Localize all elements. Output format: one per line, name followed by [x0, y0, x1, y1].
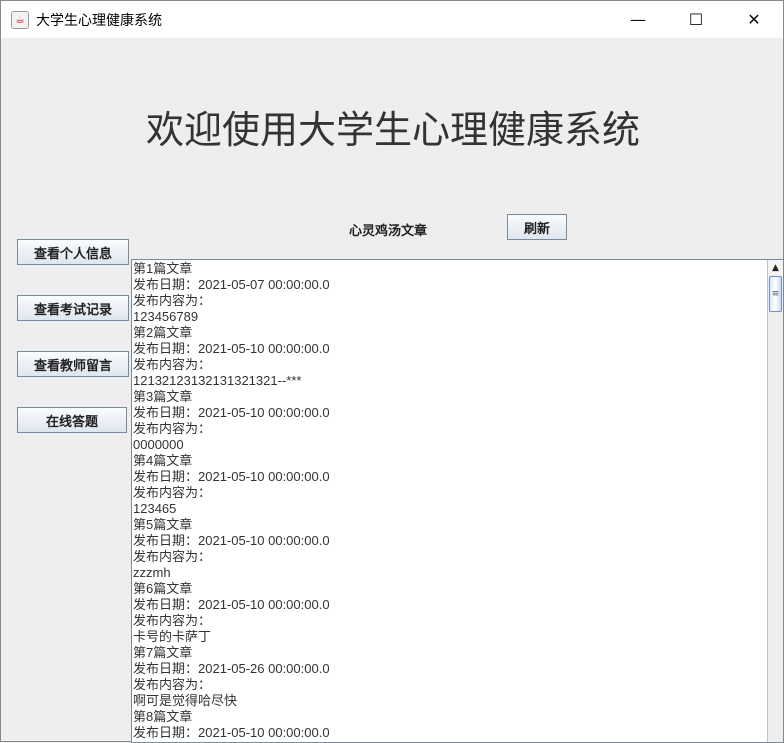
- article-content-label: 发布内容为：: [133, 357, 212, 372]
- page-title: 欢迎使用大学生心理健康系统: [145, 108, 640, 152]
- article-content: 0000000: [133, 437, 184, 452]
- article-content: 123465: [133, 501, 177, 516]
- article-content-label: 发布内容为：: [133, 549, 212, 564]
- article-title: 第3篇文章: [133, 389, 193, 404]
- article-date: 发布日期：2021-05-10 00:00:00.0: [133, 597, 330, 612]
- article-title: 第1篇文章: [133, 261, 193, 276]
- article-date: 发布日期：2021-05-10 00:00:00.0: [133, 341, 330, 356]
- article-content: 12132123132131321321--***: [133, 373, 302, 388]
- article-title: 第4篇文章: [133, 453, 193, 468]
- article-content: 啊可是觉得哈尽快: [133, 693, 238, 708]
- article-date: 发布日期：2021-05-07 00:00:00.0: [133, 277, 330, 292]
- maximize-button[interactable]: ☐: [667, 1, 725, 38]
- close-button[interactable]: ✕: [725, 1, 783, 38]
- article-content: 123456789: [133, 309, 199, 324]
- scroll-thumb[interactable]: ≡: [769, 276, 782, 312]
- article-content: 卡号的卡萨丁: [133, 629, 212, 644]
- article-title: 第5篇文章: [133, 517, 193, 532]
- article-date: 发布日期：2021-05-10 00:00:00.0: [133, 533, 330, 548]
- vertical-scrollbar[interactable]: ▲ ≡: [767, 260, 783, 742]
- article-content-label: 发布内容为：: [133, 613, 212, 628]
- article-content-label: 发布内容为：: [133, 293, 212, 308]
- article-date: 发布日期：2021-05-10 00:00:00.0: [133, 405, 330, 420]
- article-date: 发布日期：2021-05-26 00:00:00.0: [133, 661, 330, 676]
- article-title: 第8篇文章: [133, 709, 193, 724]
- articles-text-area[interactable]: 第1篇文章 发布日期：2021-05-07 00:00:00.0 发布内容为： 123…: [131, 259, 784, 743]
- window-title: 大学生心理健康系统: [36, 12, 162, 29]
- java-app-icon: ☕: [11, 10, 29, 29]
- online-quiz-button[interactable]: 在线答题: [17, 407, 127, 433]
- view-exam-records-button[interactable]: 查看考试记录: [17, 295, 129, 321]
- article-date: 发布日期：2021-05-10 00:00:00.0: [133, 725, 330, 740]
- article-content-label: 发布内容为：: [133, 421, 212, 436]
- article-date: 发布日期：2021-05-10 00:00:00.0: [133, 469, 330, 484]
- articles-list: 第1篇文章 发布日期：2021-05-07 00:00:00.0 发布内容为： 123…: [133, 261, 330, 741]
- minimize-button[interactable]: —: [609, 1, 667, 38]
- article-title: 第6篇文章: [133, 581, 193, 596]
- article-title: 第7篇文章: [133, 645, 193, 660]
- article-content-label: 发布内容为：: [133, 677, 212, 692]
- refresh-button[interactable]: 刷新: [507, 214, 567, 240]
- scroll-up-arrow-icon[interactable]: ▲: [768, 260, 783, 276]
- view-profile-button[interactable]: 查看个人信息: [17, 239, 129, 265]
- article-content: zzzmh: [133, 565, 171, 580]
- articles-label: 心灵鸡汤文章: [349, 224, 428, 239]
- article-content-label: 发布内容为：: [133, 485, 212, 500]
- view-teacher-messages-button[interactable]: 查看教师留言: [17, 351, 129, 377]
- title-bar: ☕ 大学生心理健康系统 — ☐ ✕: [1, 1, 783, 38]
- article-title: 第2篇文章: [133, 325, 193, 340]
- app-window: ☕ 大学生心理健康系统 — ☐ ✕ 欢迎使用大学生心理健康系统 心灵鸡汤文章 刷…: [0, 0, 784, 743]
